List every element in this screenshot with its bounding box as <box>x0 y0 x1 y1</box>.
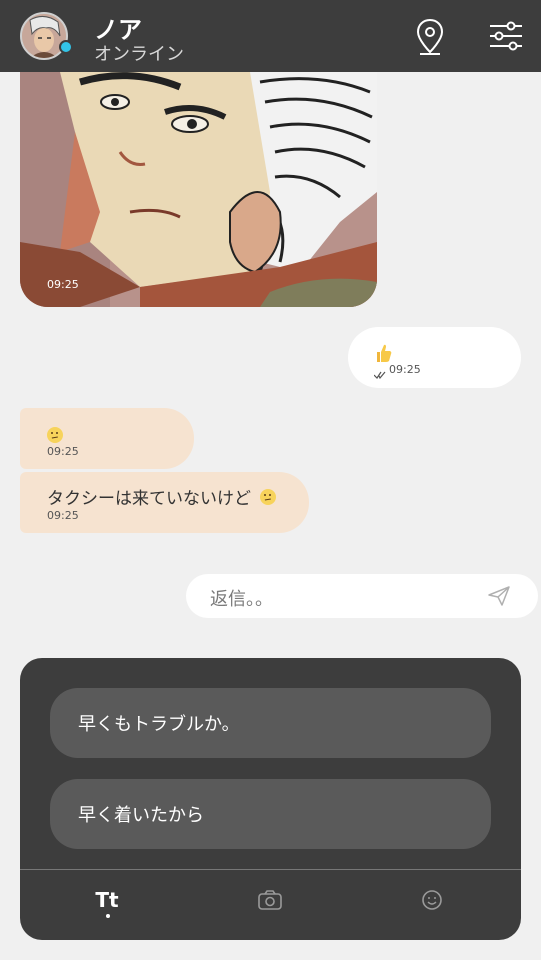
send-icon[interactable] <box>488 586 510 606</box>
choice-label: 早くもトラブルか。 <box>78 714 240 735</box>
chat-header: ノア オンライン <box>0 0 541 72</box>
message-time: 09:25 <box>389 363 421 376</box>
active-tab-indicator <box>106 914 110 918</box>
camera-icon[interactable] <box>250 880 290 920</box>
choice-button[interactable]: 早くもトラブルか。 <box>50 688 491 758</box>
confused-face-icon <box>260 489 276 505</box>
choice-button[interactable]: 早く着いたから <box>50 779 491 849</box>
incoming-message-bubble[interactable]: タクシーは来ていないけど 09:25 <box>20 472 309 533</box>
read-checkmark-icon <box>373 364 386 380</box>
message-text: タクシーは来ていないけど <box>47 489 251 509</box>
reply-placeholder: 返信。。 <box>210 589 273 610</box>
confused-face-icon <box>47 427 63 443</box>
online-status-dot <box>59 40 73 54</box>
message-time: 09:25 <box>47 509 79 522</box>
incoming-message-bubble[interactable]: 09:25 <box>20 408 194 469</box>
reply-choices-panel: 早くもトラブルか。 早く着いたから Tt <box>20 658 521 940</box>
location-pin-icon[interactable] <box>408 14 452 58</box>
panel-divider <box>20 869 521 870</box>
choice-label: 早く着いたから <box>78 805 204 826</box>
thumbs-up-icon <box>374 343 392 363</box>
reply-input[interactable]: 返信。。 <box>186 574 538 618</box>
outgoing-message-bubble[interactable]: 09:25 <box>348 327 521 388</box>
image-message[interactable]: 09:25 <box>20 72 377 307</box>
settings-sliders-icon[interactable] <box>484 14 528 58</box>
message-time: 09:25 <box>47 445 79 458</box>
contact-avatar[interactable] <box>20 12 68 60</box>
contact-status: オンライン <box>94 44 184 65</box>
smiley-icon[interactable] <box>412 880 452 920</box>
message-time: 09:25 <box>47 278 79 291</box>
